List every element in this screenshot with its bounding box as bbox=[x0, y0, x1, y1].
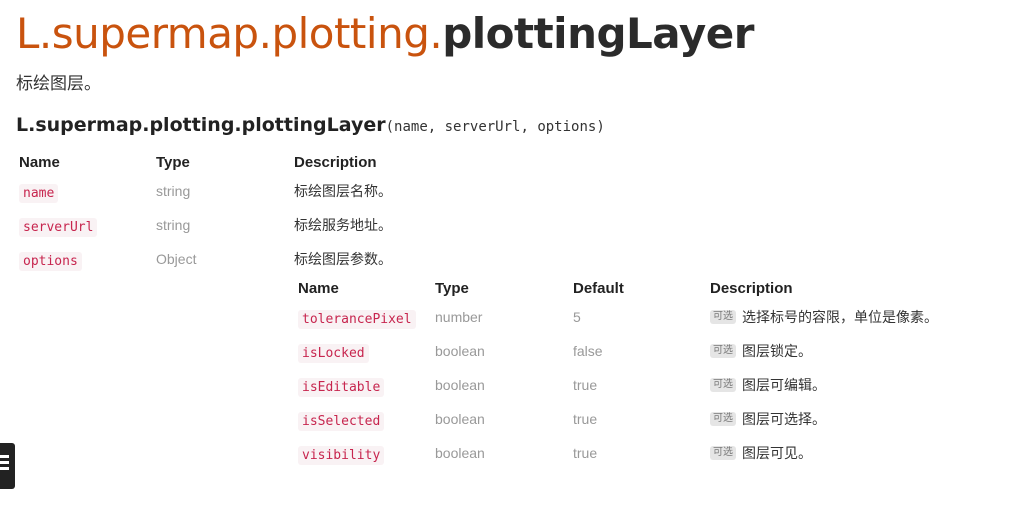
menu-line bbox=[0, 467, 9, 470]
hamburger-menu-icon[interactable] bbox=[0, 443, 15, 489]
options-header-description: Description bbox=[710, 279, 793, 297]
option-type: boolean bbox=[435, 411, 485, 427]
params-header-type: Type bbox=[156, 153, 190, 171]
optional-badge: 可选 bbox=[710, 446, 736, 460]
param-type: Object bbox=[156, 251, 197, 267]
signature-params: (name, serverUrl, options) bbox=[385, 119, 605, 135]
options-header-type: Type bbox=[435, 279, 469, 297]
table-row: isLocked boolean false 可选 图层锁定。 bbox=[298, 334, 1000, 368]
option-type: boolean bbox=[435, 445, 485, 461]
page-description: 标绘图层。 bbox=[16, 74, 101, 94]
params-table: Name Type Description name string 标绘图层名称… bbox=[19, 150, 694, 276]
option-name: isSelected bbox=[298, 411, 385, 431]
option-description: 图层可见。 bbox=[742, 446, 812, 462]
table-row: isSelected boolean true 可选 图层可选择。 bbox=[298, 402, 1000, 436]
optional-badge: 可选 bbox=[710, 310, 736, 324]
table-row: isEditable boolean true 可选 图层可编辑。 bbox=[298, 368, 1000, 402]
param-description: 标绘图层参数。 bbox=[294, 252, 392, 268]
params-header-name: Name bbox=[19, 153, 60, 171]
table-row: name string 标绘图层名称。 bbox=[19, 174, 694, 208]
table-row: tolerancePixel number 5 可选 选择标号的容限，单位是像素。 bbox=[298, 300, 1000, 334]
option-default: true bbox=[573, 411, 598, 427]
page-title: L.supermap.plotting.plottingLayer bbox=[16, 4, 754, 64]
param-description: 标绘服务地址。 bbox=[294, 218, 392, 234]
option-description: 选择标号的容限，单位是像素。 bbox=[742, 310, 938, 326]
param-type: string bbox=[156, 183, 191, 199]
table-row: serverUrl string 标绘服务地址。 bbox=[19, 208, 694, 242]
option-default: 5 bbox=[573, 309, 581, 325]
param-name: name bbox=[19, 183, 59, 203]
option-name: tolerancePixel bbox=[298, 309, 416, 329]
table-row: options Object 标绘图层参数。 bbox=[19, 242, 694, 276]
option-description: 图层锁定。 bbox=[742, 344, 812, 360]
api-doc-page: L.supermap.plotting.plottingLayer 标绘图层。 … bbox=[0, 0, 1020, 518]
param-type: string bbox=[156, 217, 191, 233]
option-type: boolean bbox=[435, 377, 485, 393]
optional-badge: 可选 bbox=[710, 412, 736, 426]
option-type: number bbox=[435, 309, 483, 325]
option-name: visibility bbox=[298, 445, 385, 465]
option-description: 图层可编辑。 bbox=[742, 378, 826, 394]
options-header-name: Name bbox=[298, 279, 339, 297]
signature-function-name: L.supermap.plotting.plottingLayer bbox=[16, 114, 386, 136]
param-name: options bbox=[19, 251, 82, 271]
menu-line bbox=[0, 455, 9, 458]
optional-badge: 可选 bbox=[710, 344, 736, 358]
param-name: serverUrl bbox=[19, 217, 98, 237]
options-table: Name Type Default Description toleranceP… bbox=[298, 276, 1000, 470]
param-description: 标绘图层名称。 bbox=[294, 184, 392, 200]
option-default: true bbox=[573, 377, 598, 393]
params-header-description: Description bbox=[294, 153, 377, 171]
option-type: boolean bbox=[435, 343, 485, 359]
optional-badge: 可选 bbox=[710, 378, 736, 392]
options-header-default: Default bbox=[573, 279, 624, 297]
option-name: isLocked bbox=[298, 343, 369, 363]
title-name: plottingLayer bbox=[442, 9, 754, 58]
options-table-header: Name Type Default Description bbox=[298, 276, 1000, 300]
table-row: visibility boolean true 可选 图层可见。 bbox=[298, 436, 1000, 470]
option-default: false bbox=[573, 343, 603, 359]
function-signature: L.supermap.plotting.plottingLayer(name, … bbox=[16, 112, 605, 140]
option-default: true bbox=[573, 445, 598, 461]
menu-line bbox=[0, 461, 9, 464]
params-table-header: Name Type Description bbox=[19, 150, 694, 174]
option-description: 图层可选择。 bbox=[742, 412, 826, 428]
title-namespace: L.supermap.plotting. bbox=[16, 9, 443, 58]
option-name: isEditable bbox=[298, 377, 385, 397]
